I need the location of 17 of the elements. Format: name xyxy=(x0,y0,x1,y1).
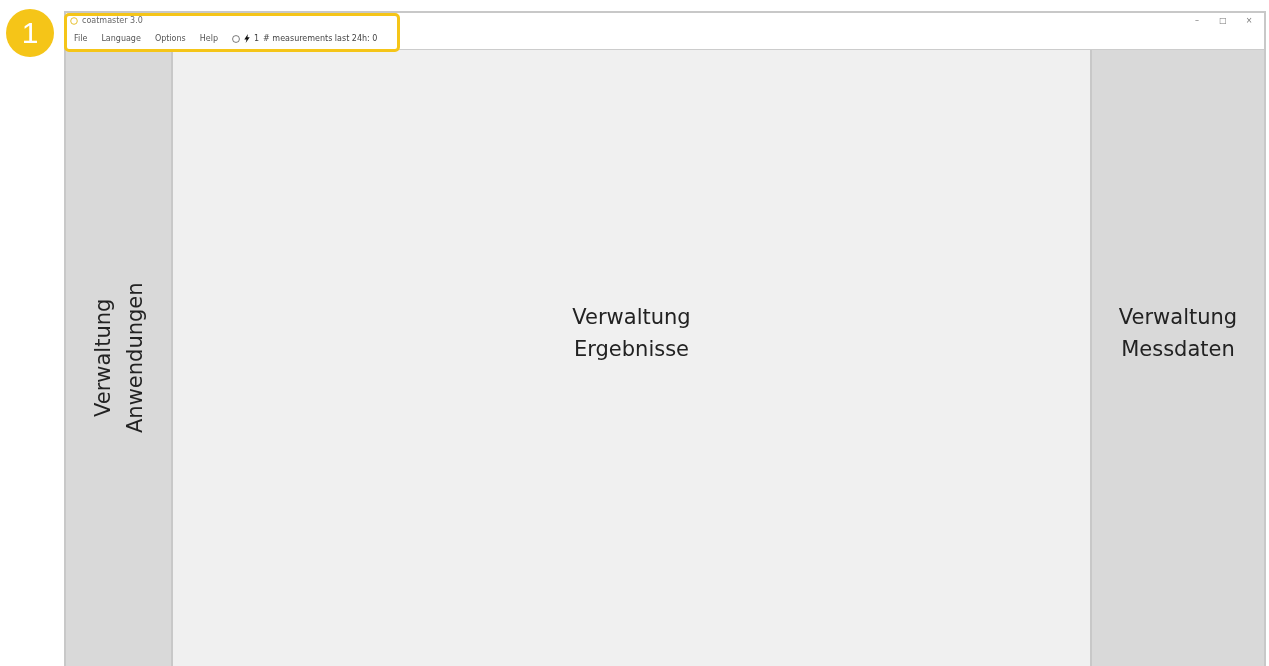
panel-title: Verwaltung Messdaten xyxy=(1117,304,1239,363)
status-count: 1 xyxy=(254,34,260,43)
measurements-status: # measurements last 24h: 0 xyxy=(263,34,378,43)
menu-item[interactable]: Options xyxy=(154,34,186,43)
step-number-badge: 1 xyxy=(6,9,54,57)
window-control[interactable]: – xyxy=(1186,16,1208,25)
window-title: coatmaster 3.0 xyxy=(82,16,143,25)
menu-item[interactable]: Help xyxy=(199,34,218,43)
menu-item[interactable]: Language xyxy=(101,34,141,43)
panel-title: Verwaltung Ergebnisse xyxy=(571,304,692,363)
circle-icon xyxy=(232,34,240,43)
window-control[interactable]: □ xyxy=(1212,16,1234,25)
menu-item[interactable]: File xyxy=(74,34,88,43)
app-logo-icon xyxy=(70,16,78,25)
lightning-icon xyxy=(244,34,250,43)
panel-title: Verwaltung Anwendungen xyxy=(89,281,148,436)
window-control[interactable]: × xyxy=(1238,16,1260,25)
